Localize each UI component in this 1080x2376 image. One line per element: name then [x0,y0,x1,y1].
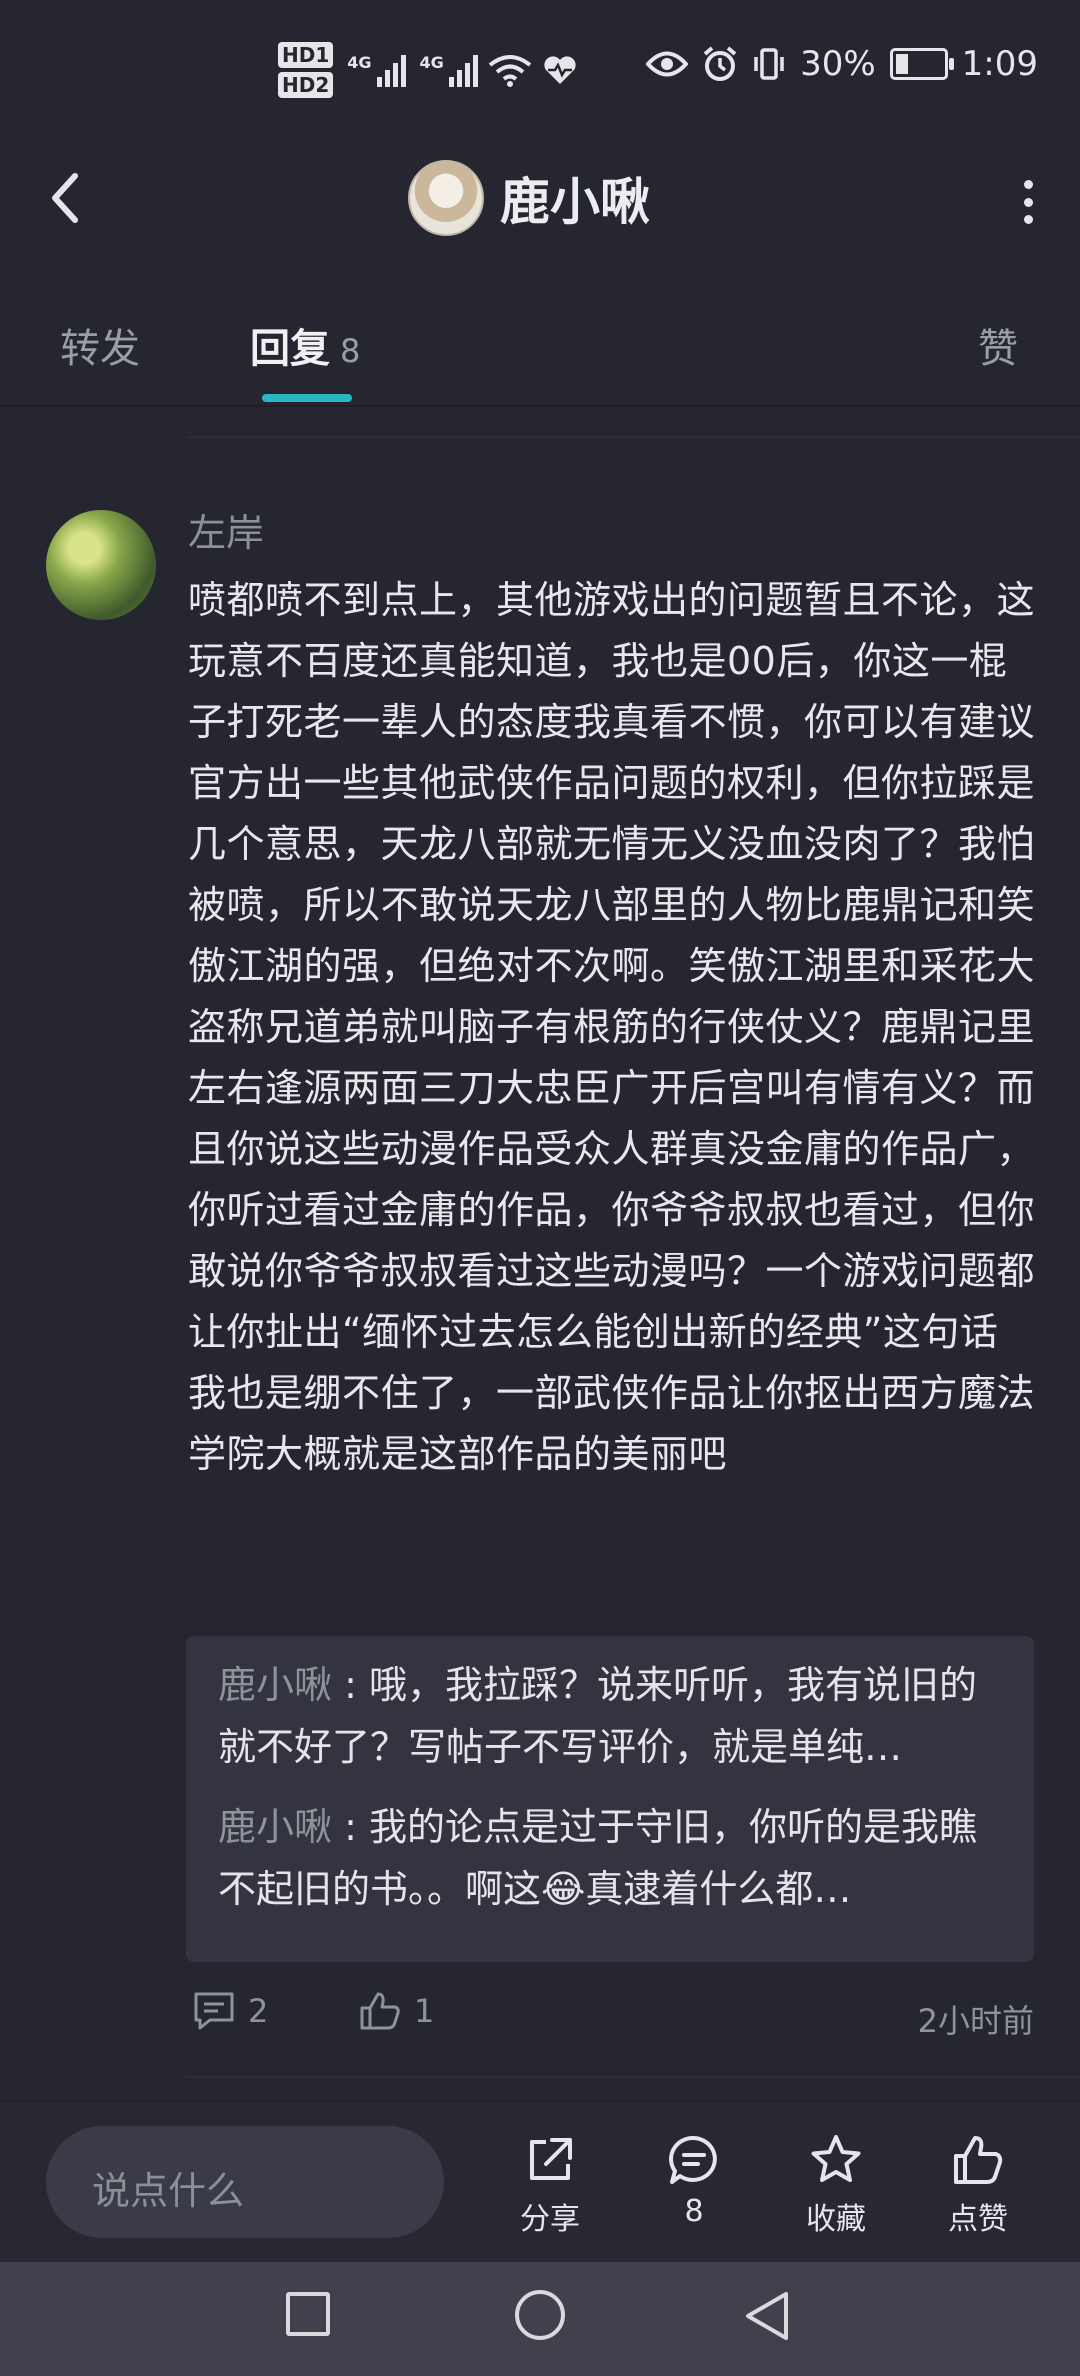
wifi-icon [488,55,532,87]
status-bar: HD1 HD2 4G 4G 30% 1:09 [0,0,1080,140]
recent-apps-icon[interactable] [286,2292,330,2336]
alarm-icon [703,46,737,81]
like-count: 1 [414,1992,435,2030]
header-avatar[interactable] [408,160,484,236]
reply-separator: : [332,1663,369,1707]
divider [188,436,1080,438]
tab-like[interactable]: 赞 [978,316,1018,374]
app-header: 鹿小啾 [0,140,1080,260]
like-action[interactable]: 1 [358,1990,434,2032]
commenter-avatar[interactable] [46,510,156,620]
like-button[interactable]: 点赞 [928,2132,1028,2238]
comment-text[interactable]: 喷都喷不到点上，其他游戏出的问题暂且不论，这玩意不百度还真能知道，我也是00后，… [188,570,1036,1485]
star-icon [811,2135,861,2182]
clock: 1:09 [961,44,1038,84]
status-right: 30% 1:09 [646,44,1038,84]
comment-icon [194,1992,234,2030]
reply-author[interactable]: 鹿小啾 [218,1663,332,1707]
divider [186,2076,1080,2078]
reply-item[interactable]: 鹿小啾 : 我的论点是过于守旧，你听的是我瞧不起旧的书。。啊这😂真逮着什么都… [218,1796,1008,1920]
header-user[interactable]: 鹿小啾 [408,160,650,236]
battery-icon [889,48,954,80]
system-nav-bar [0,2262,1080,2376]
comment-actions: 2 1 2小时前 [186,1990,1034,2046]
hd-indicator: HD1 HD2 [278,42,334,98]
reply-separator: : [332,1805,369,1849]
comments-count: 8 [684,2194,704,2229]
battery-fill [895,54,908,74]
comment-bubble-icon [669,2135,717,2184]
commenter-name[interactable]: 左岸 [188,502,264,557]
tab-like-label: 赞 [978,326,1018,372]
bottom-action-bar: 说点什么 分享 8 收藏 点赞 [0,2100,1080,2262]
tab-reply-label: 回复 [250,326,330,372]
tab-forward-label: 转发 [60,326,140,372]
hd2-badge: HD2 [278,72,334,98]
signal-icon-2: 4G [420,53,478,87]
battery-percent: 30% [800,44,876,84]
thumbs-up-icon [954,2136,1003,2184]
back-arrow-icon[interactable] [45,168,85,228]
hd1-badge: HD1 [278,42,334,68]
comment-input[interactable]: 说点什么 [46,2126,444,2238]
thumbs-up-icon [360,1992,400,2030]
tab-bar: 转发 回复 8 赞 [0,296,1080,406]
more-options-icon[interactable] [1024,180,1036,224]
reply-count: 2 [248,1992,269,2030]
reply-author[interactable]: 鹿小啾 [218,1805,332,1849]
back-icon[interactable] [742,2288,792,2344]
tab-reply-count: 8 [340,332,361,370]
favorite-label: 收藏 [806,2202,866,2237]
signal-icon: 4G [347,53,406,87]
page-title: 鹿小啾 [500,173,650,231]
tab-forward[interactable]: 转发 [60,316,140,374]
health-heart-icon [544,56,576,84]
like-label: 点赞 [948,2202,1008,2237]
active-tab-indicator [262,394,352,402]
share-label: 分享 [520,2202,580,2237]
comments-button[interactable]: 8 [644,2132,744,2229]
comment-input-placeholder: 说点什么 [92,2169,245,2213]
status-left: HD1 HD2 4G 4G [278,42,578,98]
reply-action[interactable]: 2 [192,1990,268,2032]
share-icon [530,2138,572,2180]
vibrate-icon [754,48,784,80]
comment-time: 2小时前 [917,2002,1034,2040]
eye-icon [646,51,689,77]
network-type-2: 4G [419,53,444,72]
network-type-1: 4G [347,53,372,72]
share-button[interactable]: 分享 [500,2132,600,2238]
divider [0,405,1080,407]
reply-item[interactable]: 鹿小啾 : 哦，我拉踩？说来听听，我有说旧的就不好了？写帖子不写评价，就是单纯… [218,1654,1008,1778]
home-icon[interactable] [515,2290,565,2340]
reply-preview-box[interactable]: 鹿小啾 : 哦，我拉踩？说来听听，我有说旧的就不好了？写帖子不写评价，就是单纯…… [186,1636,1034,1962]
tab-reply[interactable]: 回复 8 [250,316,360,374]
favorite-button[interactable]: 收藏 [786,2132,886,2238]
